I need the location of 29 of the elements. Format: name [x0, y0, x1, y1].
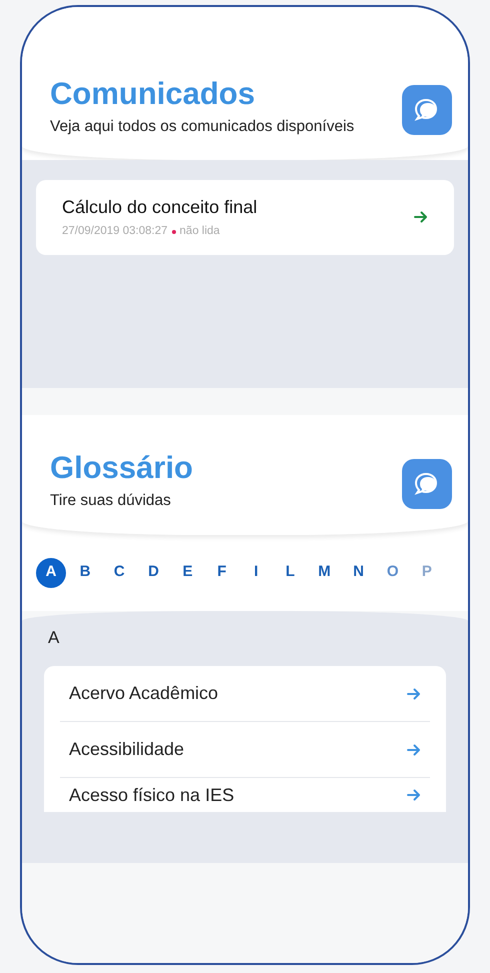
letter-tab[interactable]: M [309, 558, 340, 588]
letter-tab[interactable]: C [104, 558, 134, 588]
letter-tab[interactable]: O [378, 558, 408, 588]
letter-tab[interactable]: A [36, 558, 66, 588]
letter-tab[interactable]: F [206, 558, 237, 588]
term-item[interactable]: Acesso físico na IES [60, 778, 430, 812]
letter-tab[interactable]: I [241, 558, 272, 588]
announcement-title: Cálculo do conceito final [62, 196, 258, 220]
letter-tab[interactable]: N [344, 558, 374, 588]
arrow-right-icon [414, 211, 428, 224]
section-subtitle: Tire suas dúvidas [50, 491, 172, 512]
letter-tab[interactable]: L [275, 558, 306, 588]
arrow-right-icon [407, 744, 421, 756]
announcement-card[interactable]: Cálculo do conceito final 27/09/2019 03:08:27 não lida [36, 180, 454, 254]
term-item[interactable]: Acessibilidade [60, 722, 430, 778]
chat-button[interactable] [402, 459, 452, 510]
section-subtitle: Veja aqui todos os comunicados disponíveis [50, 117, 354, 137]
term-item[interactable]: Acervo Acadêmico [60, 666, 430, 722]
announcement-date: 27/09/2019 03:08:27 [62, 224, 168, 240]
section-title: Glossário [50, 449, 193, 488]
chat-button[interactable] [402, 85, 452, 135]
arrow-right-icon [407, 789, 421, 801]
letter-tab[interactable]: B [70, 558, 100, 588]
section-title: Comunicados [50, 75, 256, 113]
read-status: não lida [180, 224, 220, 240]
letter-tab[interactable]: E [172, 558, 203, 588]
letter-heading: A [48, 626, 60, 648]
letter-tab[interactable]: D [138, 558, 169, 588]
arrow-right-icon [407, 688, 421, 700]
